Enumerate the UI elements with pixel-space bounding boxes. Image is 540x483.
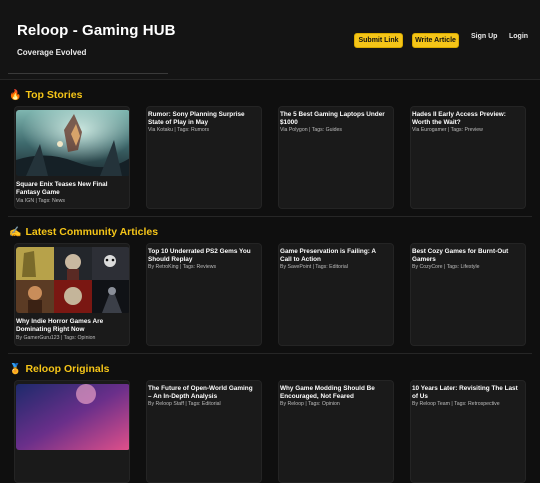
card-title: Rumor: Sony Planning Surprise State of P… [148, 111, 245, 126]
fantasy-artwork-thumbnail[interactable] [16, 110, 129, 176]
card-meta: Via Kotaku | Tags: Rumors [148, 127, 210, 133]
section-reloop-originals: 🏅 Reloop Originals The Future of Open-Wo… [0, 355, 540, 483]
site-title[interactable]: Reloop - Gaming HUB [17, 22, 176, 39]
story-card[interactable]: Square Enix Teases New Final Fantasy Gam… [14, 106, 130, 209]
section-title-label: Top Stories [25, 89, 83, 101]
write-article-button[interactable]: Write Article [412, 33, 459, 48]
header-divider [8, 73, 168, 74]
section-title-label: Latest Community Articles [25, 226, 159, 238]
card-meta: Via IGN | Tags: News [16, 198, 66, 204]
article-card[interactable]: Game Preservation is Failing: A Call to … [278, 243, 394, 346]
article-card[interactable]: Top 10 Underrated PS2 Gems You Should Re… [146, 243, 262, 346]
site-tagline: Coverage Evolved [17, 48, 87, 57]
card-title: Square Enix Teases New Final Fantasy Gam… [16, 181, 108, 196]
card-meta: By Reloop Staff | Tags: Editorial [148, 401, 221, 407]
original-card[interactable] [14, 380, 130, 483]
card-meta: By Reloop Team | Tags: Retrospective [412, 401, 500, 407]
article-card[interactable]: Best Cozy Games for Burnt-Out Gamers By … [410, 243, 526, 346]
card-title: Best Cozy Games for Burnt-Out Gamers [412, 248, 509, 263]
card-meta: By SavePoint | Tags: Editorial [280, 264, 348, 270]
card-title: The Future of Open-World Gaming – An In-… [148, 385, 253, 400]
original-card[interactable]: 10 Years Later: Revisiting The Last of U… [410, 380, 526, 483]
card-title: 10 Years Later: Revisiting The Last of U… [412, 385, 518, 400]
section-title: 🔥 Top Stories [9, 89, 82, 101]
card-title: Why Indie Horror Games Are Dominating Ri… [16, 318, 104, 333]
submit-link-button[interactable]: Submit Link [354, 33, 403, 48]
site-header: Reloop - Gaming HUB Coverage Evolved Sub… [0, 0, 540, 80]
section-title: 🏅 Reloop Originals [9, 363, 109, 375]
card-title: The 5 Best Gaming Laptops Under $1000 [280, 111, 385, 126]
fire-icon: 🔥 [9, 89, 22, 101]
writing-hand-icon: ✍️ [9, 226, 22, 238]
card-title: Why Game Modding Should Be Encouraged, N… [280, 385, 375, 400]
story-card[interactable]: Hades II Early Access Preview: Worth the… [410, 106, 526, 209]
section-title-label: Reloop Originals [25, 363, 110, 375]
card-meta: By Reloop | Tags: Opinion [280, 401, 340, 407]
card-meta: By RetroKing | Tags: Reviews [148, 264, 217, 270]
card-title: Hades II Early Access Preview: Worth the… [412, 111, 506, 126]
article-card[interactable]: Why Indie Horror Games Are Dominating Ri… [14, 243, 130, 346]
section-divider [8, 216, 532, 217]
login-link[interactable]: Login [509, 33, 528, 40]
original-card[interactable]: The Future of Open-World Gaming – An In-… [146, 380, 262, 483]
section-community-articles: ✍️ Latest Community Articles Why Indie H… [0, 218, 540, 355]
horror-collage-thumbnail[interactable] [16, 247, 129, 313]
section-divider [8, 353, 532, 354]
card-meta: By GamerGuru123 | Tags: Opinion [16, 335, 96, 341]
originals-artwork-thumbnail[interactable] [16, 384, 129, 450]
original-card[interactable]: Why Game Modding Should Be Encouraged, N… [278, 380, 394, 483]
card-title: Game Preservation is Failing: A Call to … [280, 248, 376, 263]
card-meta: Via Eurogamer | Tags: Preview [412, 127, 483, 133]
medal-icon: 🏅 [9, 363, 22, 375]
card-meta: By CozyCore | Tags: Lifestyle [412, 264, 480, 270]
card-title: Top 10 Underrated PS2 Gems You Should Re… [148, 248, 251, 263]
story-card[interactable]: Rumor: Sony Planning Surprise State of P… [146, 106, 262, 209]
story-card[interactable]: The 5 Best Gaming Laptops Under $1000 Vi… [278, 106, 394, 209]
sign-up-link[interactable]: Sign Up [471, 33, 497, 40]
section-title: ✍️ Latest Community Articles [9, 226, 158, 238]
card-meta: Via Polygon | Tags: Guides [280, 127, 343, 133]
section-top-stories: 🔥 Top Stories Square Enix Teases New Fin… [0, 80, 540, 218]
